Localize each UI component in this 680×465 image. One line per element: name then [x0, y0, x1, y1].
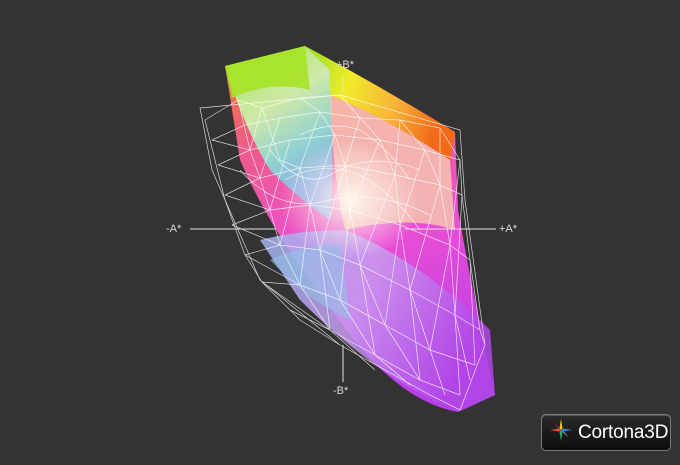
brand-name: Cortona	[578, 421, 645, 443]
axis-label-neg-a: -A*	[166, 223, 182, 235]
cortona3d-logo-button[interactable]: Cortona 3D	[541, 414, 671, 451]
axis-label-pos-b: +B*	[336, 59, 355, 71]
axis-label-pos-a: +A*	[499, 223, 518, 235]
brand-suffix: 3D	[644, 421, 669, 443]
axis-label-neg-b: -B*	[333, 385, 349, 397]
3d-viewport[interactable]: +B* -B* -A* +A*	[0, 0, 680, 460]
cortona-star-icon	[548, 417, 574, 448]
